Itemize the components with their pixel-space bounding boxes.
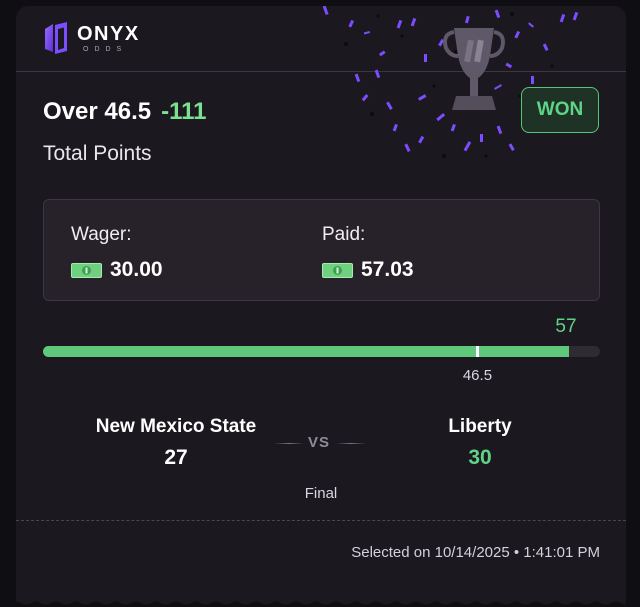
paid-value: 57.03 bbox=[361, 258, 414, 281]
cash-icon bbox=[322, 262, 353, 278]
paid-label: Paid: bbox=[322, 224, 366, 245]
status-badge: WON bbox=[521, 87, 599, 133]
bet-selection: Over 46.5 -111 bbox=[43, 98, 206, 126]
selection-text: Over 46.5 bbox=[43, 98, 152, 125]
wager-column: Wager: 30.00 bbox=[71, 224, 163, 282]
wager-value: 30.00 bbox=[110, 258, 163, 281]
bet-market: Total Points bbox=[43, 142, 152, 165]
versus-text: VS bbox=[308, 434, 331, 451]
brand-logo[interactable]: ONYX ODDS bbox=[43, 21, 140, 55]
home-team-score: 27 bbox=[164, 446, 188, 469]
line-marker-label: 46.5 bbox=[462, 367, 493, 384]
away-team: Liberty 30 bbox=[380, 416, 580, 470]
odds-value: -111 bbox=[161, 98, 207, 125]
away-team-name: Liberty bbox=[448, 416, 512, 437]
brand-name: ONYX bbox=[77, 22, 140, 45]
away-team-score: 30 bbox=[468, 446, 492, 469]
bet-card: ONYX ODDS Over 46.5 -111 Total Points WO… bbox=[16, 6, 626, 607]
wager-summary: Wager: 30.00 Paid: 57.03 bbox=[43, 199, 600, 301]
ticket-edge bbox=[16, 601, 626, 607]
dashed-divider bbox=[16, 520, 626, 521]
versus-divider: VS bbox=[274, 434, 366, 454]
progress-track bbox=[43, 346, 600, 357]
paid-column: Paid: 57.03 bbox=[322, 224, 414, 282]
progress-current-label: 57 bbox=[555, 316, 577, 337]
brand-sub: ODDS bbox=[83, 45, 128, 53]
onyx-logo-icon bbox=[45, 22, 67, 54]
game-status: Final bbox=[304, 485, 338, 502]
wager-label: Wager: bbox=[71, 224, 132, 245]
selected-timestamp: Selected on 10/14/2025 • 1:41:01 PM bbox=[351, 544, 600, 561]
home-team: New Mexico State 27 bbox=[76, 416, 276, 470]
line-marker bbox=[475, 346, 479, 357]
cash-icon bbox=[71, 262, 102, 278]
progress-fill bbox=[43, 346, 570, 357]
home-team-name: New Mexico State bbox=[95, 416, 257, 437]
